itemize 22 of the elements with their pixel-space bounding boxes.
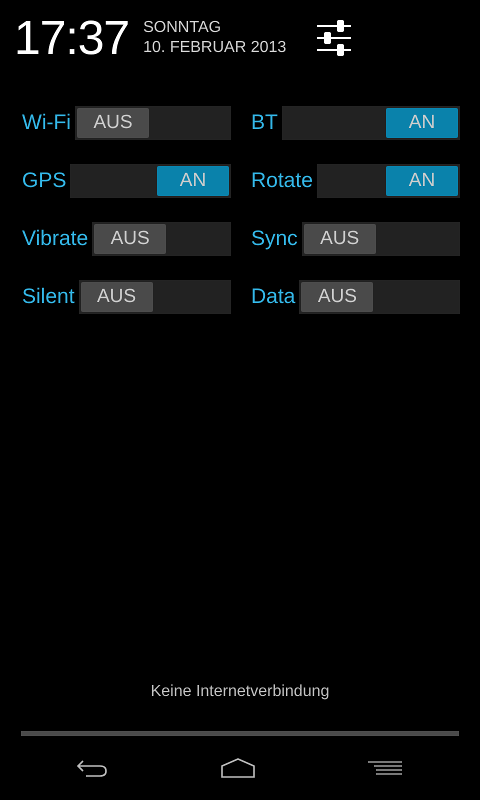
status-message: Keine Internetverbindung bbox=[150, 683, 330, 701]
toggle-switch[interactable]: AUS bbox=[299, 280, 460, 314]
weekday: SONNTAG bbox=[143, 18, 222, 38]
setting-label: GPS bbox=[22, 169, 66, 193]
toggle-switch[interactable]: AUS bbox=[92, 222, 231, 256]
date: 10. FEBRUAR 2013 bbox=[143, 38, 286, 58]
home-icon[interactable] bbox=[220, 758, 256, 778]
settings-icon[interactable] bbox=[316, 20, 352, 56]
back-icon[interactable] bbox=[76, 759, 108, 777]
setting-label: BT bbox=[251, 111, 278, 135]
toggle-switch[interactable]: AUS bbox=[74, 106, 231, 140]
setting-label: Vibrate bbox=[22, 227, 88, 251]
setting-label: Silent bbox=[22, 285, 75, 309]
panel-handle[interactable] bbox=[21, 731, 459, 736]
setting-label: Rotate bbox=[251, 169, 313, 193]
setting-label: Data bbox=[251, 285, 296, 309]
toggle-switch[interactable]: AUS bbox=[78, 280, 231, 314]
setting-label: Sync bbox=[251, 227, 298, 251]
setting-label: Wi-Fi bbox=[22, 111, 71, 135]
recent-apps-icon[interactable] bbox=[368, 761, 404, 775]
clock-time: 17:37 bbox=[14, 10, 130, 66]
toggle-switch[interactable]: AUS bbox=[302, 222, 460, 256]
